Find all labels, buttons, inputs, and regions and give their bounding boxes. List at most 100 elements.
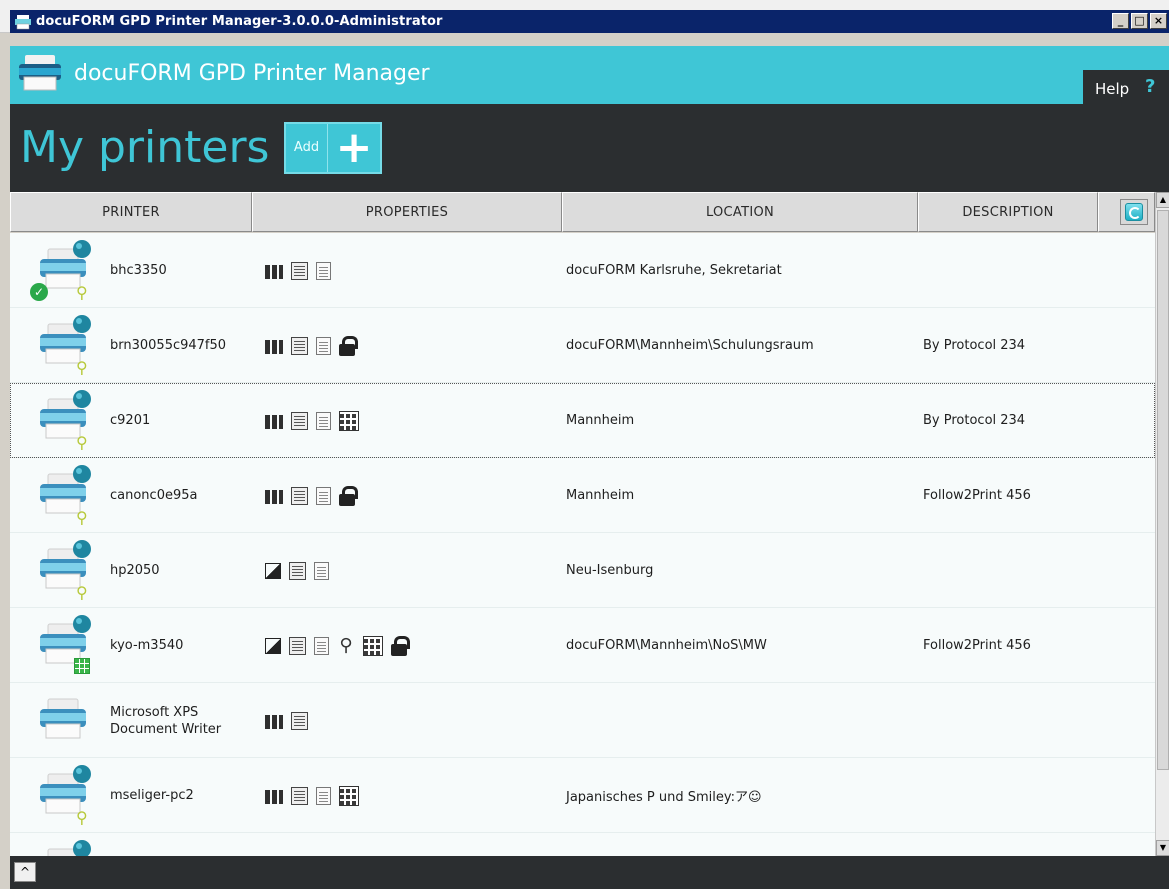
printer-location: Mannheim (566, 488, 635, 503)
vertical-scrollbar[interactable]: ▲ ▼ (1155, 192, 1169, 856)
printer-name: c9201 (110, 413, 151, 428)
color-icon (265, 414, 283, 429)
plus-icon: + (335, 122, 373, 173)
duplex-icon (291, 261, 308, 280)
table-row[interactable]: kyo-m3540 ⚲ docuFORM\Mannheim\NoS\MW Follow… (10, 608, 1155, 683)
duplex-icon (291, 786, 308, 805)
close-button[interactable]: × (1150, 13, 1167, 29)
printer-location: docuFORM\Mannheim\NoS\MW (566, 638, 767, 653)
column-header-description[interactable]: DESCRIPTION (918, 192, 1098, 232)
printer-description: By Protocol 234 (923, 413, 1026, 428)
printer-properties (265, 308, 358, 383)
help-button[interactable]: Help ? (1083, 70, 1169, 106)
printer-location: docuFORM Karlsruhe, Sekretariat (566, 263, 782, 278)
table-row[interactable]: ⚲ brn30055c947f50 docuFORM\Mannheim\Schulu… (10, 308, 1155, 383)
printer-name: hp2050 (110, 563, 160, 578)
table-row[interactable]: ✓ ⚲ bhc3350 docuFORM Karlsruhe, Sekretariat (10, 233, 1155, 308)
scroll-thumb[interactable] (1157, 210, 1169, 770)
app-name: docuFORM GPD Printer Manager (74, 61, 430, 86)
printer-list: ✓ ⚲ bhc3350 docuFORM Karlsruhe, Sekretariat… (10, 233, 1155, 856)
lock-icon (339, 335, 358, 356)
table-row[interactable] (10, 833, 1155, 856)
network-printer-icon: ⚲ (30, 539, 94, 602)
table-row[interactable]: ⚲ hp2050 Neu-Isenburg (10, 533, 1155, 608)
paper-icon (316, 336, 331, 355)
scroll-up-icon[interactable]: ▲ (1156, 192, 1169, 208)
printer-location: Neu-Isenburg (566, 563, 654, 578)
printer-name: bhc3350 (110, 263, 167, 278)
duplex-icon (289, 636, 306, 655)
duplex-icon (291, 711, 308, 730)
printer-name (110, 833, 260, 856)
table-row[interactable]: Microsoft XPS Document Writer (10, 683, 1155, 758)
printer-description: Follow2Print 456 (923, 638, 1031, 653)
duplex-icon (291, 486, 308, 505)
add-printer-button[interactable]: Add + (284, 122, 382, 174)
shared-user-icon: ⚲ (76, 583, 88, 602)
printer-properties (265, 458, 358, 533)
collapse-button[interactable]: ^ (14, 862, 36, 882)
table-row[interactable]: ⚲ mseliger-pc2 Japanisches P und Smiley:ア☺ (10, 758, 1155, 833)
color-icon (265, 339, 283, 354)
paper-icon (314, 561, 329, 580)
printer-properties (265, 683, 308, 758)
titlebar-inner: docuFORM GPD Printer Manager-3.0.0.0-Adm… (10, 10, 1169, 33)
shared-user-icon: ⚲ (76, 358, 88, 377)
app-header: docuFORM GPD Printer Manager (10, 46, 1169, 104)
restore-button[interactable]: □ (1131, 13, 1148, 29)
printer-name: brn30055c947f50 (110, 338, 227, 353)
printer-properties (265, 233, 331, 308)
printer-properties (265, 383, 359, 458)
column-header-refresh (1098, 192, 1155, 232)
printer-properties: ⚲ (265, 608, 410, 683)
table-row[interactable]: ⚲ c9201 Mannheim By Protocol 234 (10, 383, 1155, 458)
printer-name: mseliger-pc2 (110, 788, 194, 803)
printer-location: Mannheim (566, 413, 635, 428)
printer-name: Microsoft XPS Document Writer (110, 704, 222, 737)
printer-location: docuFORM\Mannheim\Schulungsraum (566, 338, 814, 353)
network-printer-icon: ⚲ (30, 314, 94, 377)
window-controls: _ □ × (1112, 13, 1167, 29)
paper-icon (316, 786, 331, 805)
column-header-printer[interactable]: PRINTER (10, 192, 252, 232)
grid-icon (339, 410, 359, 431)
network-printer-icon: ⚲ (30, 464, 94, 527)
paper-icon (316, 486, 331, 505)
lock-icon (391, 635, 410, 656)
network-printer-icon: ⚲ (30, 764, 94, 827)
lock-icon (339, 485, 358, 506)
printer-name: kyo-m3540 (110, 638, 184, 653)
network-printer-icon (30, 614, 94, 676)
column-header-properties[interactable]: PROPERTIES (252, 192, 562, 232)
bw-icon (265, 562, 281, 579)
user-icon: ⚲ (339, 634, 353, 656)
shared-user-icon: ⚲ (76, 508, 88, 527)
add-label: Add (286, 124, 328, 172)
network-printer-icon: ⚲ (30, 389, 94, 452)
color-icon (265, 264, 283, 279)
printer-logo-icon (16, 52, 66, 94)
table-row[interactable]: ⚲ canonc0e95a Mannheim Follow2Print 456 (10, 458, 1155, 533)
minimize-button[interactable]: _ (1112, 13, 1129, 29)
window-titlebar: docuFORM GPD Printer Manager-3.0.0.0-Adm… (0, 0, 1169, 33)
color-icon (265, 714, 283, 729)
printer-description: Follow2Print 456 (923, 488, 1031, 503)
page-title: My printers (20, 122, 270, 173)
printer-location: Japanisches P und Smiley:ア☺ (566, 790, 762, 805)
refresh-button[interactable] (1120, 199, 1148, 225)
duplex-icon (291, 411, 308, 430)
title-band: Help ? My printers Add + (10, 70, 1169, 192)
shared-user-icon: ⚲ (76, 283, 88, 302)
duplex-icon (289, 561, 306, 580)
help-label: Help (1095, 80, 1130, 98)
printer-name: canonc0e95a (110, 488, 198, 503)
printer-description: By Protocol 234 (923, 338, 1026, 353)
grid-icon (339, 785, 359, 806)
column-header-location[interactable]: LOCATION (562, 192, 918, 232)
color-icon (265, 489, 283, 504)
default-checkmark-icon: ✓ (30, 283, 48, 301)
bottom-bar: ^ (10, 856, 1169, 889)
scroll-down-icon[interactable]: ▼ (1156, 840, 1169, 856)
network-printer-icon (30, 689, 94, 751)
shared-user-icon: ⚲ (76, 433, 88, 452)
